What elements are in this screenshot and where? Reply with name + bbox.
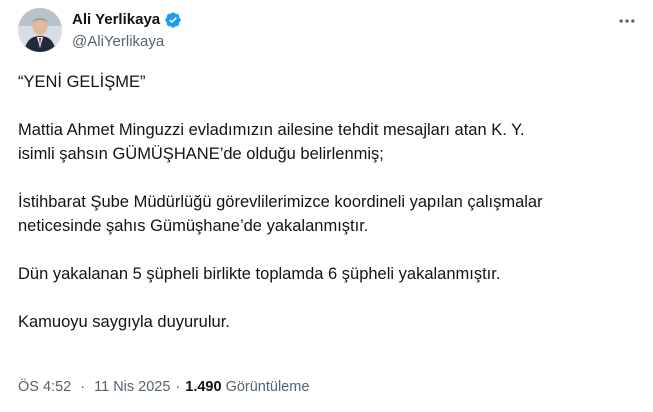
tweet-paragraph: İstihbarat Şube Müdürlüğü görevlilerimiz… — [18, 193, 543, 235]
author-display-name[interactable]: Ali Yerlikaya — [72, 10, 160, 30]
tweet-time: ÖS 4:52 — [18, 379, 72, 395]
tweet-timestamp-link[interactable]: ÖS 4:52 · 11 Nis 2025 — [18, 377, 170, 397]
views-count: 1.490 — [185, 379, 222, 395]
tweet-card: Ali Yerlikaya @AliYerlikaya “YENİ GELİŞM… — [0, 0, 653, 412]
avatar[interactable] — [18, 8, 62, 52]
more-options-button[interactable] — [615, 9, 639, 33]
tweet-paragraph: Mattia Ahmet Minguzzi evladımızın ailesi… — [18, 121, 525, 163]
tweet-paragraph-headline: “YENİ GELİŞME” — [18, 73, 146, 91]
tweet-paragraph: Kamuoyu saygıyla duyurulur. — [18, 313, 230, 331]
meta-separator: · — [80, 379, 86, 395]
tweet-paragraph: Dün yakalanan 5 şüpheli birlikte toplamd… — [18, 265, 501, 283]
tweet-meta: ÖS 4:52 · 11 Nis 2025 · 1.490 Görüntülem… — [18, 377, 309, 397]
tweet-text: “YENİ GELİŞME” Mattia Ahmet Minguzzi evl… — [18, 70, 638, 334]
avatar-image — [18, 8, 62, 52]
views-label: Görüntüleme — [225, 379, 310, 395]
author-block: Ali Yerlikaya @AliYerlikaya — [72, 10, 182, 52]
meta-separator: · — [175, 379, 181, 395]
tweet-date: 11 Nis 2025 — [94, 379, 171, 395]
more-horizontal-icon — [619, 19, 635, 23]
author-name-row: Ali Yerlikaya — [72, 10, 182, 30]
author-handle[interactable]: @AliYerlikaya — [72, 32, 182, 52]
verified-badge-icon — [165, 12, 181, 28]
